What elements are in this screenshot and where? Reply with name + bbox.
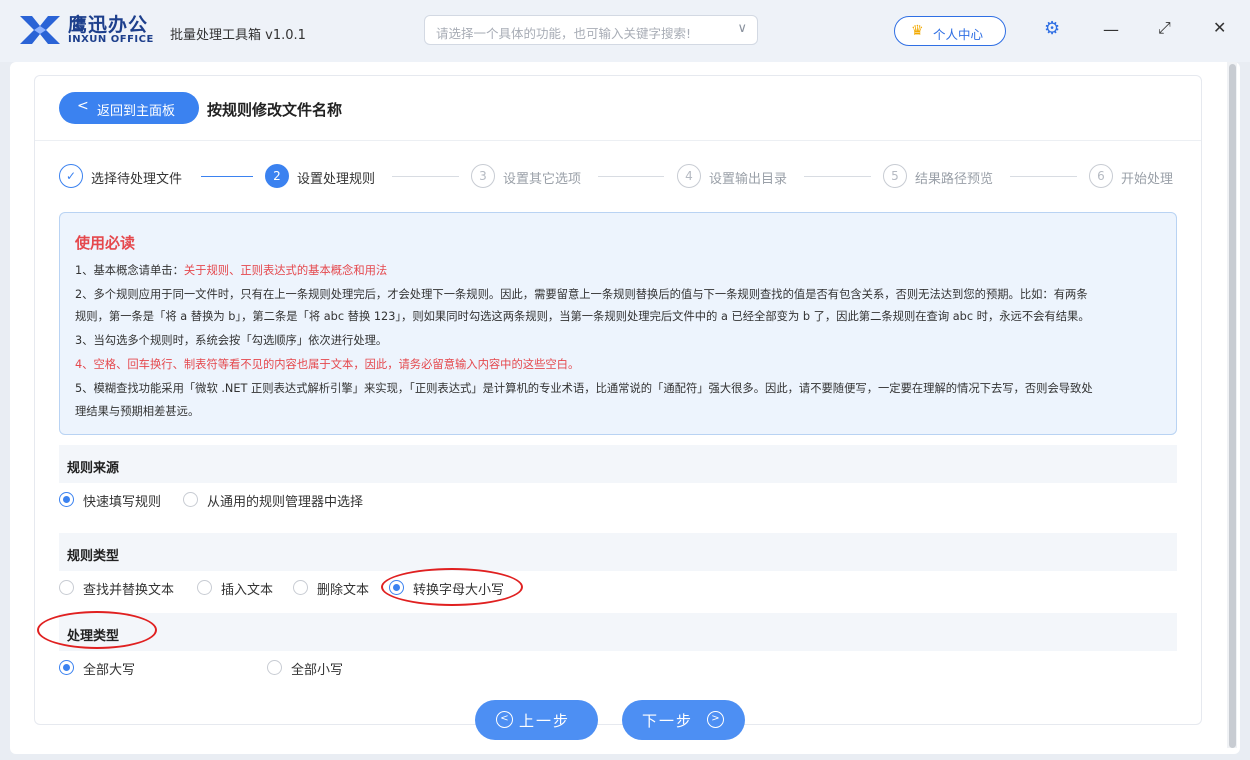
inxun-logo-icon [20,16,60,44]
crown-icon: ♛ [911,23,924,39]
brand-name: 鹰迅办公 [68,14,149,36]
app-title: 批量处理工具箱 v1.0.1 [170,28,306,43]
step-connector [598,176,664,177]
step-3-number: 3 [471,164,495,188]
radio-quick-fill[interactable] [59,492,74,507]
step-4-label: 设置输出目录 [709,172,788,187]
step-5-label: 结果路径预览 [915,172,994,187]
notice-line-2a: 2、多个规则应用于同一文件时，只有在上一条规则处理完后，才会处理下一条规则。因此… [75,288,1088,301]
radio-find-replace[interactable] [59,580,74,595]
minimize-icon[interactable]: — [1103,22,1119,38]
radio-all-lower[interactable] [267,660,282,675]
back-to-dashboard-button[interactable]: < 返回到主面板 [59,92,199,124]
step-2-number: 2 [265,164,289,188]
radio-rule-manager[interactable] [183,492,198,507]
notice-line-5a: 5、模糊查找功能采用「微软 .NET 正则表达式解析引擎」来实现，「正则表达式」… [75,382,1093,395]
step-connector [1010,176,1077,177]
step-2-label: 设置处理规则 [297,172,376,187]
step-connector [804,176,871,177]
chevron-left-circle-icon: < [496,711,513,728]
step-1-label: 选择待处理文件 [91,172,183,187]
maximize-icon[interactable]: ⤢ [1158,20,1171,36]
chevron-down-icon[interactable]: ∨ [737,21,747,36]
rule-type-title: 规则类型 [67,549,120,564]
chevron-right-circle-icon: > [707,711,724,728]
step-6-label: 开始处理 [1121,172,1174,187]
step-1-check-icon: ✓ [59,164,83,188]
radio-insert-text[interactable] [197,580,212,595]
rule-type-option-delete[interactable]: 删除文本 [317,579,369,598]
radio-all-upper[interactable] [59,660,74,675]
rule-type-option-insert[interactable]: 插入文本 [221,579,273,598]
highlight-oval [37,611,157,649]
process-type-header [59,613,1177,651]
chevron-left-icon: < [77,98,89,114]
step-3-label: 设置其它选项 [503,172,582,187]
scrollbar-thumb[interactable] [1229,64,1236,748]
rule-source-header [59,445,1177,483]
rule-source-title: 规则来源 [67,461,120,476]
step-6-number: 6 [1089,164,1113,188]
notice-line-5b: 理结果与预期相差甚远。 [75,405,200,418]
rule-source-option-quick[interactable]: 快速填写规则 [83,491,161,510]
previous-step-button[interactable]: < 上一步 [475,700,598,740]
page-title: 按规则修改文件名称 [207,101,343,119]
notice-line-2b: 规则，第一条是「将 a 替换为 b」，第二条是「将 abc 替换 123」，则如… [75,310,1090,323]
process-type-option-upper[interactable]: 全部大写 [83,659,135,678]
highlight-oval [381,568,523,606]
function-search-input[interactable]: 请选择一个具体的功能，也可输入关键字搜索! ∨ [424,15,758,45]
back-button-label: 返回到主面板 [97,104,176,119]
radio-delete-text[interactable] [293,580,308,595]
notice-title: 使用必读 [75,234,136,252]
process-type-option-lower[interactable]: 全部小写 [291,659,343,678]
rule-source-option-manager[interactable]: 从通用的规则管理器中选择 [207,491,363,510]
rule-type-option-find-replace[interactable]: 查找并替换文本 [83,579,174,598]
step-connector [201,176,253,177]
notice-line-1-prefix: 1、基本概念请单击： [75,264,184,277]
gear-icon[interactable]: ⚙ [1044,20,1060,38]
user-center-button[interactable]: ♛ 个人中心 [894,16,1006,46]
step-4-number: 4 [677,164,701,188]
step-connector [392,176,459,177]
close-icon[interactable]: ✕ [1213,20,1226,36]
search-placeholder: 请选择一个具体的功能，也可输入关键字搜索! [436,26,692,41]
user-center-label: 个人中心 [933,27,984,42]
concepts-help-link[interactable]: 关于规则、正则表达式的基本概念和用法 [184,264,387,277]
previous-step-label: 上一步 [519,712,571,730]
header-divider [35,140,1201,141]
brand-name-en: INXUN OFFICE [68,34,154,45]
next-step-label: 下一步 [642,712,694,730]
notice-line-4: 4、空格、回车换行、制表符等看不见的内容也属于文本，因此，请务必留意输入内容中的… [75,358,580,371]
notice-line-3: 3、当勾选多个规则时，系统会按「勾选顺序」依次进行处理。 [75,334,388,347]
next-step-button[interactable]: 下一步 > [622,700,745,740]
step-5-number: 5 [883,164,907,188]
rule-type-header [59,533,1177,571]
notice-line-1: 1、基本概念请单击：关于规则、正则表达式的基本概念和用法 [75,262,387,278]
